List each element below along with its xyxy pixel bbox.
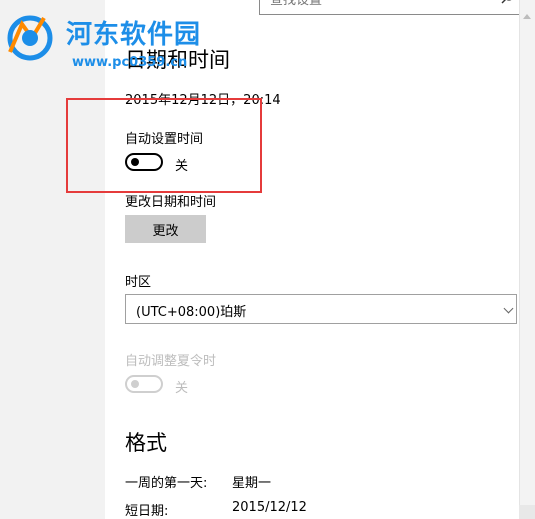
left-pane	[0, 0, 105, 519]
chevron-down-icon	[503, 303, 514, 314]
dst-toggle[interactable]	[125, 375, 163, 393]
format-row-label: 短日期:	[125, 504, 169, 519]
watermark: 河东软件园 www.pc0359.cn	[4, 10, 224, 70]
format-row-value: 2015/12/12	[232, 500, 307, 515]
content-pane	[105, 0, 519, 519]
timezone-label: 时区	[125, 275, 152, 290]
scrollbar[interactable]	[519, 0, 535, 519]
format-row-value: 星期一	[232, 476, 272, 491]
dst-label: 自动调整夏令时	[125, 354, 217, 369]
timezone-value: (UTC+08:00)珀斯	[136, 305, 247, 320]
watermark-logo-icon	[7, 15, 53, 61]
watermark-brand: 河东软件园	[66, 20, 202, 50]
scroll-up-icon[interactable]	[523, 14, 531, 19]
dst-state: 关	[175, 381, 189, 396]
corner-block	[519, 505, 535, 519]
change-datetime-label: 更改日期和时间	[125, 195, 217, 210]
watermark-url: www.pc0359.cn	[72, 55, 188, 70]
search-input[interactable]: 查找设置	[259, 0, 521, 15]
format-title: 格式	[125, 431, 167, 455]
toggle-knob	[131, 380, 139, 388]
highlight-annotation	[66, 98, 262, 193]
search-icon[interactable]	[501, 0, 515, 5]
format-row-label: 一周的第一天:	[125, 476, 208, 491]
search-placeholder: 查找设置	[270, 0, 323, 8]
timezone-select[interactable]: (UTC+08:00)珀斯	[125, 294, 517, 324]
change-button[interactable]: 更改	[125, 215, 206, 243]
